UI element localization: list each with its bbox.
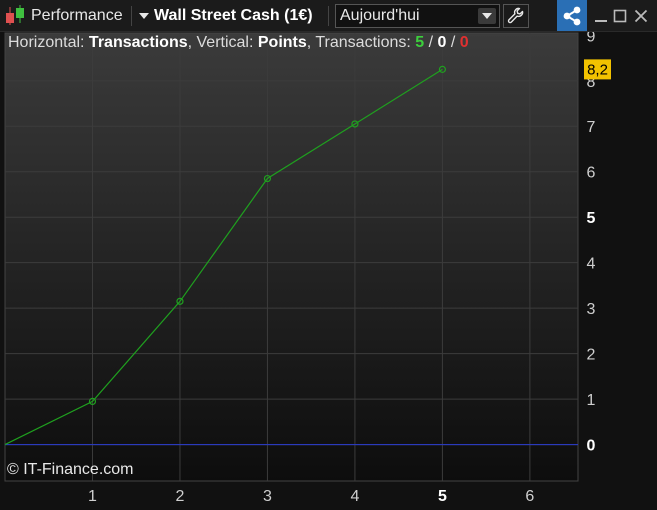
minimize-button[interactable] xyxy=(593,0,609,32)
share-icon xyxy=(563,6,581,25)
instrument-label: Wall Street Cash (1€) xyxy=(154,7,313,24)
y-tick-label: 5 xyxy=(587,210,596,227)
toolbar: Performance Wall Street Cash (1€) Aujour… xyxy=(0,0,657,32)
y-tick-label: 2 xyxy=(587,347,596,364)
close-icon xyxy=(634,9,648,23)
y-tick-label: 0 xyxy=(587,438,596,455)
x-tick-label: 5 xyxy=(438,488,447,505)
performance-chart[interactable]: 0123456789 123456 8,2 xyxy=(0,32,657,510)
x-tick-label: 6 xyxy=(525,488,534,505)
transactions-separator: / xyxy=(424,34,438,51)
copyright-credit: © IT-Finance.com xyxy=(7,461,134,478)
y-tick-label: 3 xyxy=(587,301,596,318)
y-tick-label: 7 xyxy=(587,119,596,136)
maximize-button[interactable] xyxy=(612,0,628,32)
maximize-icon xyxy=(613,9,627,23)
candlestick-icon[interactable] xyxy=(4,0,28,32)
x-tick-label: 1 xyxy=(88,488,97,505)
x-tick-label: 3 xyxy=(263,488,272,505)
instrument-selector[interactable]: Wall Street Cash (1€) xyxy=(138,0,313,32)
period-select[interactable]: Aujourd'hui xyxy=(335,4,500,28)
x-tick-label: 2 xyxy=(176,488,185,505)
transactions-prefix: , Transactions: xyxy=(306,34,416,51)
y-tick-label: 9 xyxy=(587,32,596,45)
transactions-losers: 0 xyxy=(459,34,469,51)
horizontal-value: Transactions xyxy=(88,34,188,51)
indicator-label[interactable]: Performance xyxy=(31,0,123,32)
minimize-icon xyxy=(595,20,607,22)
wrench-icon xyxy=(507,7,524,24)
vertical-value: Points xyxy=(257,34,307,51)
plot-area xyxy=(4,32,579,482)
vertical-prefix: , Vertical: xyxy=(187,34,258,51)
chart-info-bar: Horizontal: Transactions, Vertical: Poin… xyxy=(8,34,469,52)
last-value-label: 8,2 xyxy=(587,61,608,78)
last-value-badge-group: 8,2 xyxy=(584,59,611,80)
performance-window: Performance Wall Street Cash (1€) Aujour… xyxy=(0,0,657,510)
transactions-winners: 5 xyxy=(415,34,425,51)
toolbar-divider xyxy=(328,6,329,26)
x-tick-label: 4 xyxy=(350,488,359,505)
y-tick-label: 1 xyxy=(587,392,596,409)
horizontal-prefix: Horizontal: xyxy=(8,34,89,51)
toolbar-divider xyxy=(131,6,132,26)
close-button[interactable] xyxy=(632,0,650,32)
transactions-separator: / xyxy=(446,34,460,51)
chevron-down-icon xyxy=(478,8,496,24)
settings-wrench-button[interactable] xyxy=(503,4,529,28)
y-tick-label: 4 xyxy=(587,256,596,273)
chevron-down-icon xyxy=(139,13,149,19)
y-tick-label: 6 xyxy=(587,165,596,182)
share-button[interactable] xyxy=(557,0,587,31)
indicator-label-text: Performance xyxy=(31,7,123,24)
period-value: Aujourd'hui xyxy=(340,7,420,24)
